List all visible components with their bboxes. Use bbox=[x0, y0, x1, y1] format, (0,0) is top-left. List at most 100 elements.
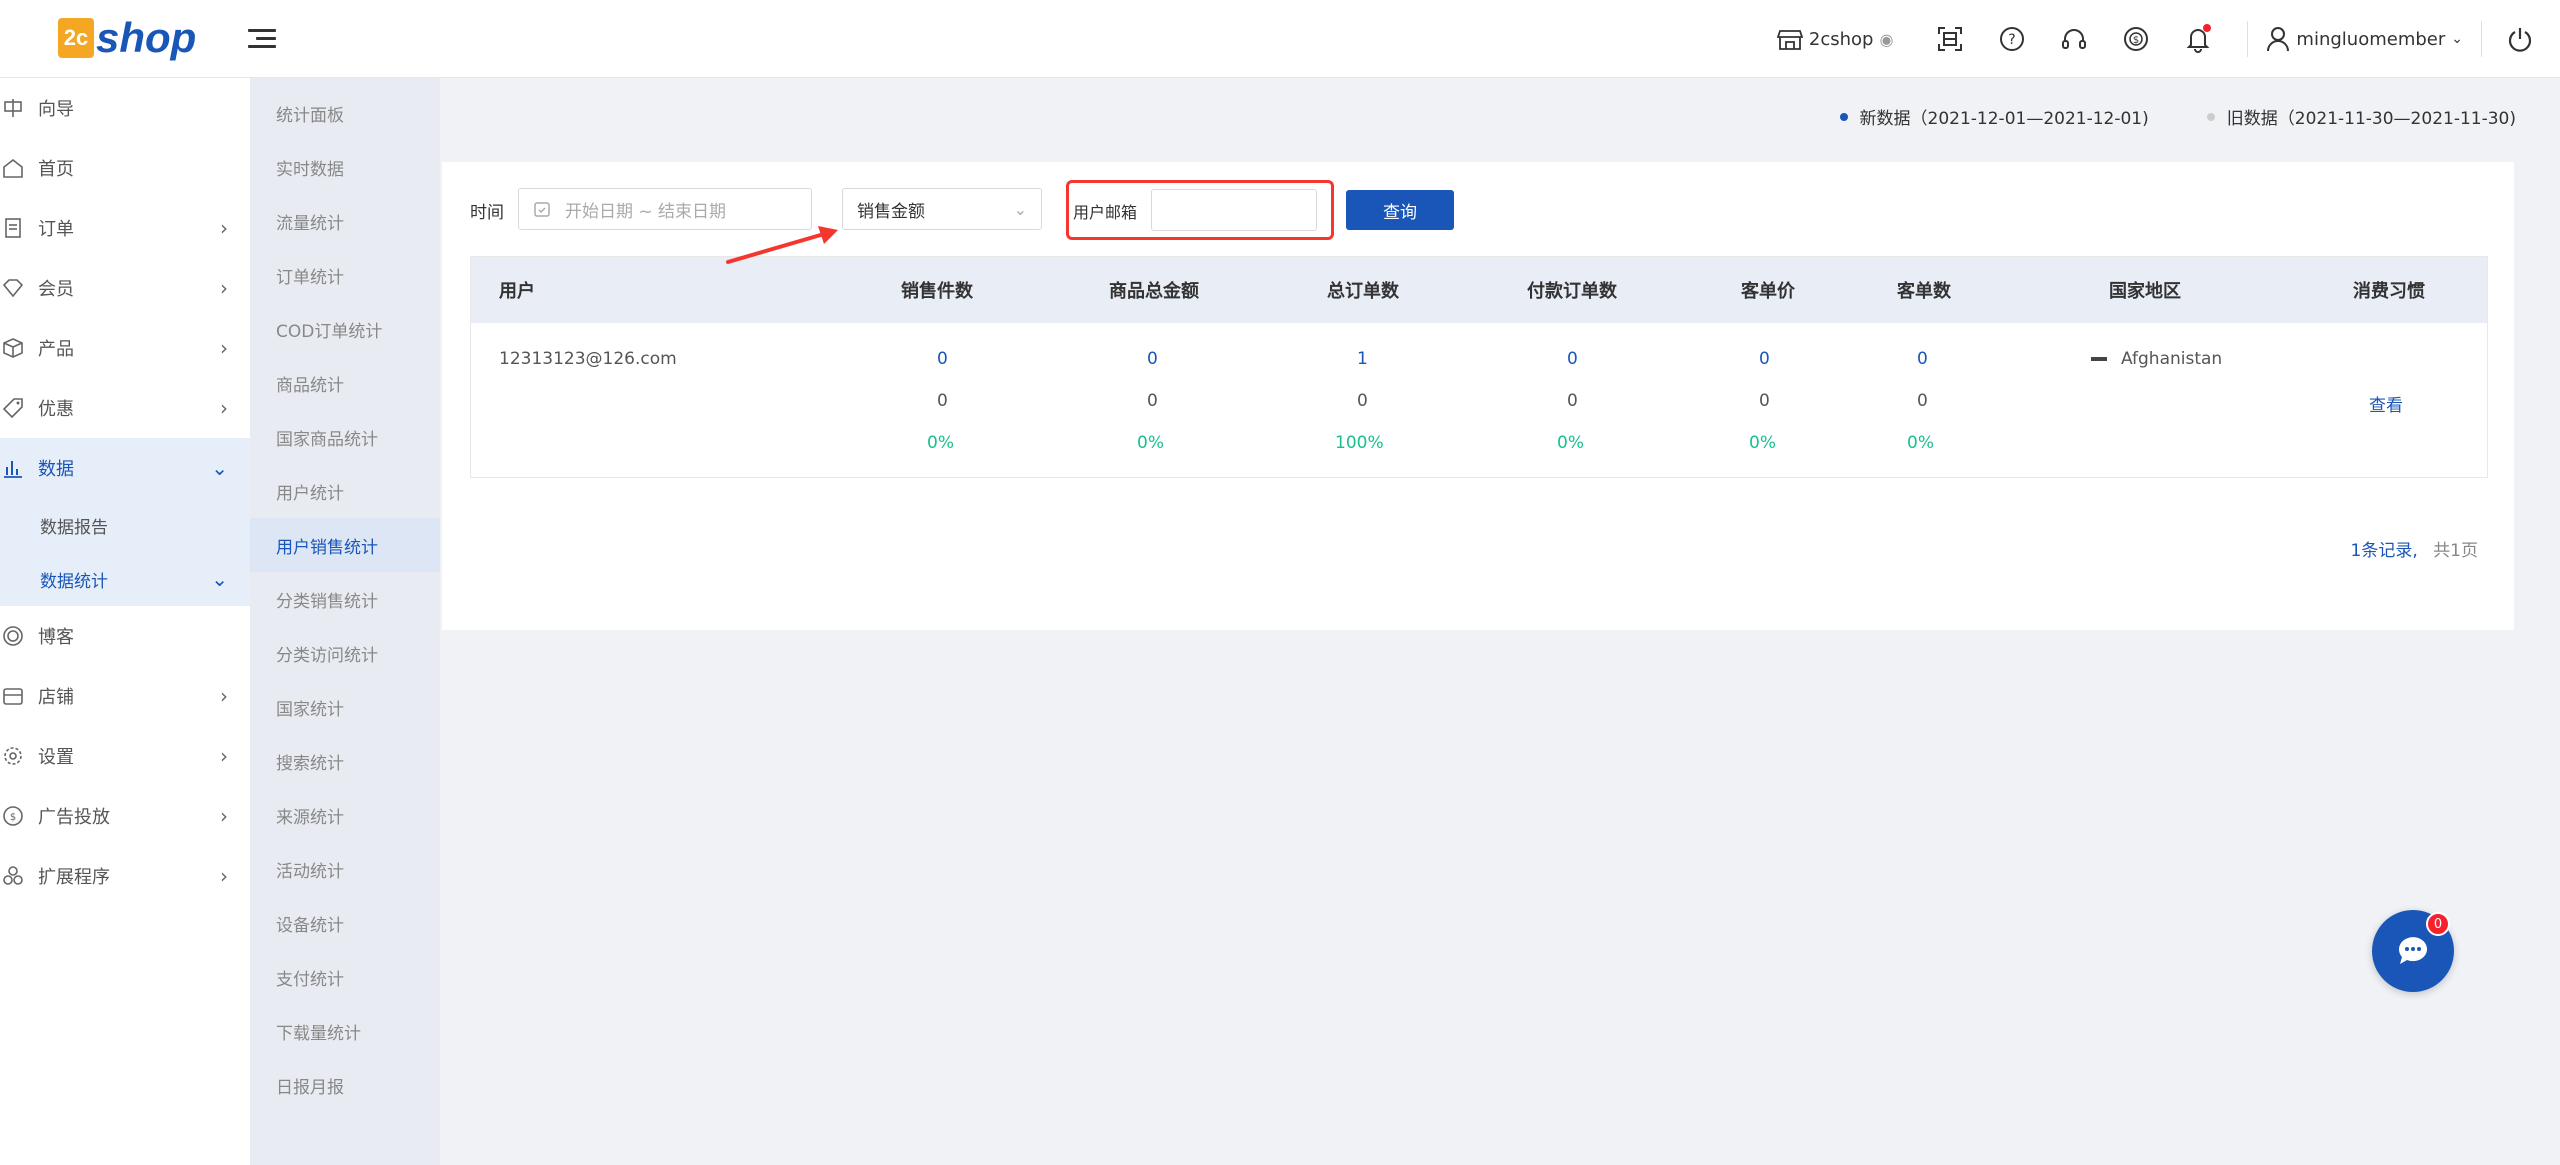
stats-item-label: 用户销售统计 bbox=[276, 537, 378, 558]
stats-item-downloads[interactable]: 下载量统计 bbox=[250, 1004, 440, 1058]
power-icon[interactable] bbox=[2500, 19, 2540, 59]
chevron-right-icon: › bbox=[220, 336, 228, 360]
sidebar-item-members[interactable]: 会员 › bbox=[0, 258, 250, 318]
total-orders-old: 0 bbox=[1357, 391, 1368, 411]
stats-item-orders[interactable]: 订单统计 bbox=[250, 248, 440, 302]
stats-item-country-products[interactable]: 国家商品统计 bbox=[250, 410, 440, 464]
sidebar-item-coupons[interactable]: 优惠 › bbox=[0, 378, 250, 438]
stats-item-label: 订单统计 bbox=[276, 267, 344, 288]
stats-item-payments[interactable]: 支付统计 bbox=[250, 950, 440, 1004]
currency-icon[interactable]: $ bbox=[2119, 22, 2153, 56]
home-icon bbox=[0, 155, 26, 181]
query-button[interactable]: 查询 bbox=[1346, 190, 1454, 230]
legend-dot bbox=[2206, 112, 2215, 121]
shop-link[interactable]: 2cshop ◉ bbox=[1776, 27, 1893, 51]
stats-item-label: 日报月报 bbox=[276, 1077, 344, 1098]
sidebar-item-store[interactable]: 店铺 › bbox=[0, 666, 250, 726]
help-icon[interactable]: ? bbox=[1995, 22, 2029, 56]
total-amount-new: 0 bbox=[1147, 349, 1158, 369]
store-icon bbox=[1776, 30, 1803, 50]
sidebar-item-blog[interactable]: 博客 bbox=[0, 606, 250, 666]
email-filter-highlight: 用户邮箱 bbox=[1066, 180, 1334, 240]
stats-item-devices[interactable]: 设备统计 bbox=[250, 896, 440, 950]
sales-qty-old: 0 bbox=[937, 391, 948, 411]
logo[interactable]: 2c shop bbox=[58, 10, 196, 66]
username: mingluomember bbox=[2296, 28, 2446, 50]
stats-item-category-visits[interactable]: 分类访问统计 bbox=[250, 626, 440, 680]
legend-new-data[interactable]: 新数据（2021-12-01—2021-12-01) bbox=[1839, 104, 2149, 129]
metric-select[interactable]: 销售金额 ⌄ bbox=[842, 188, 1042, 230]
stats-item-traffic[interactable]: 流量统计 bbox=[250, 194, 440, 248]
stats-item-label: 流量统计 bbox=[276, 213, 344, 234]
chevron-down-icon: ⌄ bbox=[211, 567, 228, 591]
stats-item-search[interactable]: 搜索统计 bbox=[250, 734, 440, 788]
stats-item-label: 下载量统计 bbox=[276, 1023, 361, 1044]
stats-item-countries[interactable]: 国家统计 bbox=[250, 680, 440, 734]
stats-item-daily-monthly[interactable]: 日报月报 bbox=[250, 1058, 440, 1112]
customer-count-change: 0% bbox=[1907, 433, 1934, 453]
sidebar-item-extensions[interactable]: 扩展程序 › bbox=[0, 846, 250, 906]
divider bbox=[2481, 21, 2482, 57]
total-amount-old: 0 bbox=[1147, 391, 1158, 411]
stats-item-label: 来源统计 bbox=[276, 807, 344, 828]
sidebar-subitem-data-report[interactable]: 数据报告 bbox=[0, 498, 250, 552]
stats-item-users[interactable]: 用户统计 bbox=[250, 464, 440, 518]
scan-icon[interactable] bbox=[1933, 22, 1967, 56]
avg-price-old: 0 bbox=[1759, 391, 1770, 411]
chat-button[interactable]: 0 bbox=[2372, 910, 2454, 992]
view-habit-link[interactable]: 查看 bbox=[2369, 391, 2403, 416]
sidebar-item-guide[interactable]: 向导 bbox=[0, 78, 250, 138]
stats-item-label: 国家统计 bbox=[276, 699, 344, 720]
sidebar-subitem-label: 数据统计 bbox=[40, 571, 108, 592]
sidebar-item-label: 设置 bbox=[38, 747, 74, 768]
user-menu[interactable]: mingluomember ⌄ bbox=[2266, 26, 2463, 52]
sidebar-item-data[interactable]: 数据 ⌄ bbox=[0, 438, 250, 498]
sidebar-subitem-data-stats[interactable]: 数据统计 ⌄ bbox=[0, 552, 250, 606]
column-header: 国家地区 bbox=[2109, 281, 2181, 302]
sidebar-item-label: 会员 bbox=[38, 279, 74, 300]
annotation-arrow-icon bbox=[726, 226, 838, 264]
column-header: 消费习惯 bbox=[2353, 281, 2425, 302]
sidebar-item-settings[interactable]: 设置 › bbox=[0, 726, 250, 786]
calendar-icon bbox=[534, 202, 550, 217]
total-amount-change: 0% bbox=[1137, 433, 1164, 453]
record-count: 1条记录, bbox=[2350, 541, 2418, 561]
eye-icon[interactable]: ◉ bbox=[1879, 30, 1893, 49]
menu-toggle-icon[interactable] bbox=[248, 24, 276, 52]
sales-qty-new: 0 bbox=[937, 349, 948, 369]
user-icon bbox=[2267, 27, 2290, 52]
legend-old-data[interactable]: 旧数据（2021-11-30—2021-11-30) bbox=[2206, 104, 2516, 129]
sidebar-item-orders[interactable]: 订单 › bbox=[0, 198, 250, 258]
stats-item-sources[interactable]: 来源统计 bbox=[250, 788, 440, 842]
chevron-down-icon: ⌄ bbox=[2451, 31, 2463, 47]
stats-item-campaigns[interactable]: 活动统计 bbox=[250, 842, 440, 896]
paid-orders-old: 0 bbox=[1567, 391, 1578, 411]
flag-icon bbox=[2091, 357, 2107, 361]
column-header: 商品总金额 bbox=[1109, 281, 1199, 302]
legend-label: 新数据（2021-12-01—2021-12-01) bbox=[1859, 109, 2149, 129]
stats-item-category-sales[interactable]: 分类销售统计 bbox=[250, 572, 440, 626]
svg-text:$: $ bbox=[2133, 35, 2139, 46]
logo-text: shop bbox=[96, 14, 197, 61]
stats-item-products[interactable]: 商品统计 bbox=[250, 356, 440, 410]
column-header: 销售件数 bbox=[901, 281, 973, 302]
stats-item-cod-orders[interactable]: COD订单统计 bbox=[250, 302, 440, 356]
stats-item-user-sales[interactable]: 用户销售统计 bbox=[250, 518, 440, 572]
chevron-right-icon: › bbox=[220, 804, 228, 828]
extension-icon bbox=[0, 863, 26, 889]
email-input[interactable] bbox=[1151, 189, 1317, 231]
sidebar-item-label: 店铺 bbox=[38, 687, 74, 708]
sidebar-item-products[interactable]: 产品 › bbox=[0, 318, 250, 378]
product-icon bbox=[0, 335, 26, 361]
logo-badge: 2c bbox=[58, 18, 94, 58]
column-header: 客单数 bbox=[1897, 281, 1951, 302]
sidebar-item-label: 订单 bbox=[38, 219, 74, 240]
user-email-cell: 12313123@126.com bbox=[499, 349, 677, 369]
sidebar-item-ads[interactable]: $ 广告投放 › bbox=[0, 786, 250, 846]
divider bbox=[2247, 21, 2249, 57]
stats-item-realtime[interactable]: 实时数据 bbox=[250, 140, 440, 194]
bell-icon[interactable] bbox=[2181, 22, 2215, 56]
stats-item-dashboard[interactable]: 统计面板 bbox=[250, 86, 440, 140]
headset-icon[interactable] bbox=[2057, 22, 2091, 56]
sidebar-item-home[interactable]: 首页 bbox=[0, 138, 250, 198]
